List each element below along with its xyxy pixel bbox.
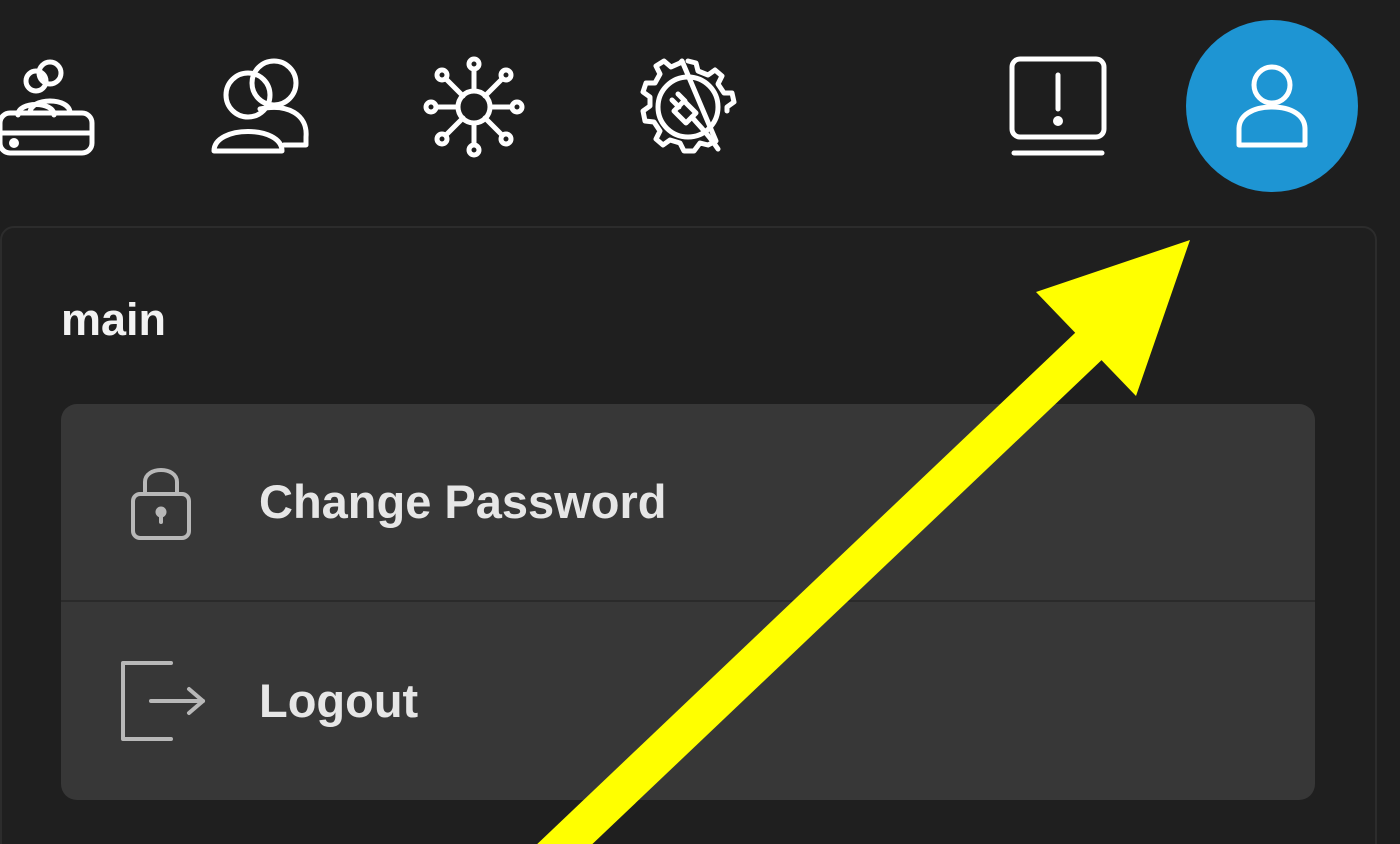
user-icon xyxy=(1236,64,1308,148)
user-menu-list: Change Password Logout xyxy=(61,404,1315,800)
logout-label: Logout xyxy=(259,674,419,727)
network-icon[interactable] xyxy=(422,55,526,159)
storage-users-icon[interactable] xyxy=(0,55,96,159)
plugin-settings-icon[interactable] xyxy=(636,55,740,159)
user-dropdown-menu: main Change Password Logout xyxy=(0,226,1377,844)
change-password-item[interactable]: Change Password xyxy=(61,404,1315,602)
logout-icon xyxy=(113,653,209,749)
change-password-label: Change Password xyxy=(259,475,667,528)
lock-icon xyxy=(113,454,209,550)
username-label: main xyxy=(61,294,167,345)
app-header-with-user-menu: main Change Password Logout xyxy=(0,0,1400,844)
user-menu-button[interactable] xyxy=(1186,20,1358,192)
alerts-icon[interactable] xyxy=(1006,55,1110,159)
logout-item[interactable]: Logout xyxy=(61,602,1315,800)
users-icon[interactable] xyxy=(208,55,312,159)
